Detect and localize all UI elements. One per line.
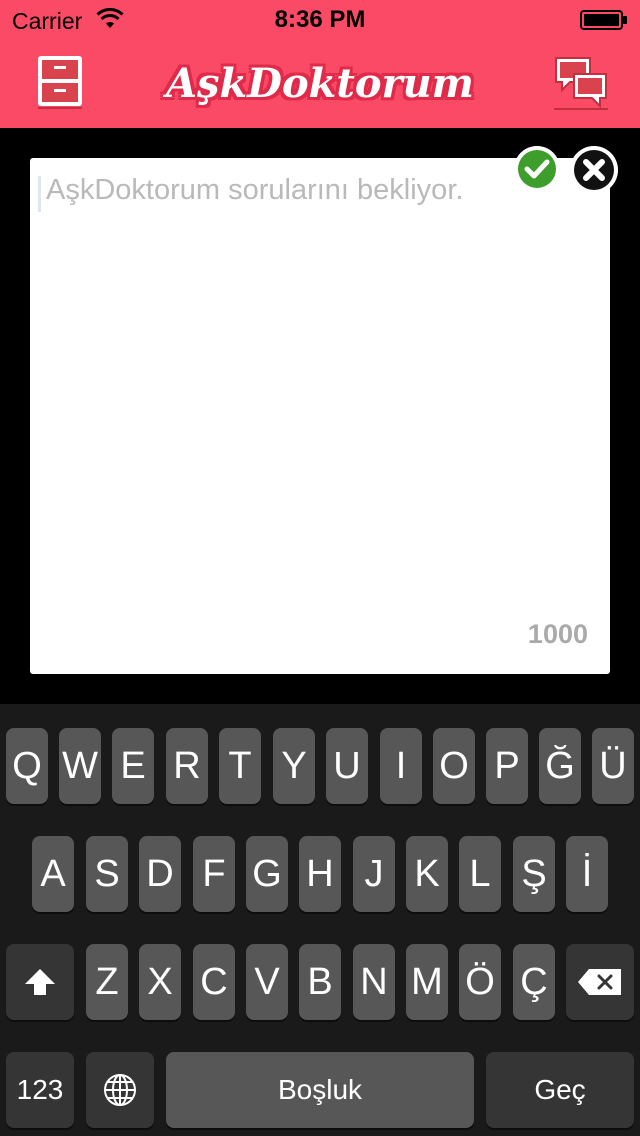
- key-b[interactable]: B: [299, 944, 341, 1020]
- key-p[interactable]: P: [486, 728, 528, 804]
- key-i-dotted[interactable]: İ: [566, 836, 608, 912]
- key-o-umlaut[interactable]: Ö: [459, 944, 501, 1020]
- header: Carrier 8:36 PM AşkDoktorum: [0, 0, 640, 128]
- key-q[interactable]: Q: [6, 728, 48, 804]
- key-s-cedilla[interactable]: Ş: [513, 836, 555, 912]
- key-n[interactable]: N: [353, 944, 395, 1020]
- clock: 8:36 PM: [274, 6, 366, 33]
- key-w[interactable]: W: [59, 728, 101, 804]
- keyboard: Q W E R T Y U I O P Ğ Ü A S D F G H J K …: [0, 704, 640, 1136]
- key-s[interactable]: S: [86, 836, 128, 912]
- character-counter: 1000: [527, 619, 588, 649]
- shift-key[interactable]: [6, 944, 74, 1020]
- drawer-icon[interactable]: [30, 52, 90, 112]
- key-c[interactable]: C: [193, 944, 235, 1020]
- key-i[interactable]: I: [380, 728, 422, 804]
- key-d[interactable]: D: [139, 836, 181, 912]
- space-key[interactable]: Boşluk: [166, 1052, 474, 1128]
- checkmark-icon[interactable]: [514, 146, 560, 192]
- key-h[interactable]: H: [299, 836, 341, 912]
- key-u[interactable]: U: [326, 728, 368, 804]
- globe-key[interactable]: [86, 1052, 154, 1128]
- return-key[interactable]: Geç: [486, 1052, 634, 1128]
- nav-bar: AşkDoktorum: [0, 40, 640, 128]
- key-a[interactable]: A: [32, 836, 74, 912]
- numbers-key[interactable]: 123: [6, 1052, 74, 1128]
- text-cursor: [38, 176, 41, 212]
- key-r[interactable]: R: [166, 728, 208, 804]
- key-k[interactable]: K: [406, 836, 448, 912]
- key-t[interactable]: T: [219, 728, 261, 804]
- backspace-icon: [578, 969, 621, 995]
- shift-icon: [25, 969, 55, 995]
- key-v[interactable]: V: [246, 944, 288, 1020]
- key-c-cedilla[interactable]: Ç: [513, 944, 555, 1020]
- key-z[interactable]: Z: [86, 944, 128, 1020]
- key-m[interactable]: M: [406, 944, 448, 1020]
- app-screen: Carrier 8:36 PM AşkDoktorum AşkDoktorum …: [0, 0, 640, 1136]
- key-e[interactable]: E: [112, 728, 154, 804]
- key-g[interactable]: G: [246, 836, 288, 912]
- app-logo: AşkDoktorum: [166, 59, 474, 107]
- battery-icon: [580, 10, 627, 30]
- chat-bubbles-icon[interactable]: [552, 54, 610, 112]
- key-g-breve[interactable]: Ğ: [539, 728, 581, 804]
- question-input[interactable]: [46, 174, 606, 614]
- key-j[interactable]: J: [353, 836, 395, 912]
- close-icon[interactable]: [570, 146, 618, 194]
- key-y[interactable]: Y: [273, 728, 315, 804]
- question-composer: 1000: [30, 158, 610, 674]
- key-f[interactable]: F: [193, 836, 235, 912]
- key-o[interactable]: O: [433, 728, 475, 804]
- key-x[interactable]: X: [139, 944, 181, 1020]
- backspace-key[interactable]: [566, 944, 634, 1020]
- globe-icon: [104, 1074, 136, 1106]
- key-l[interactable]: L: [459, 836, 501, 912]
- status-bar: Carrier 8:36 PM: [0, 0, 640, 40]
- key-u-umlaut[interactable]: Ü: [592, 728, 634, 804]
